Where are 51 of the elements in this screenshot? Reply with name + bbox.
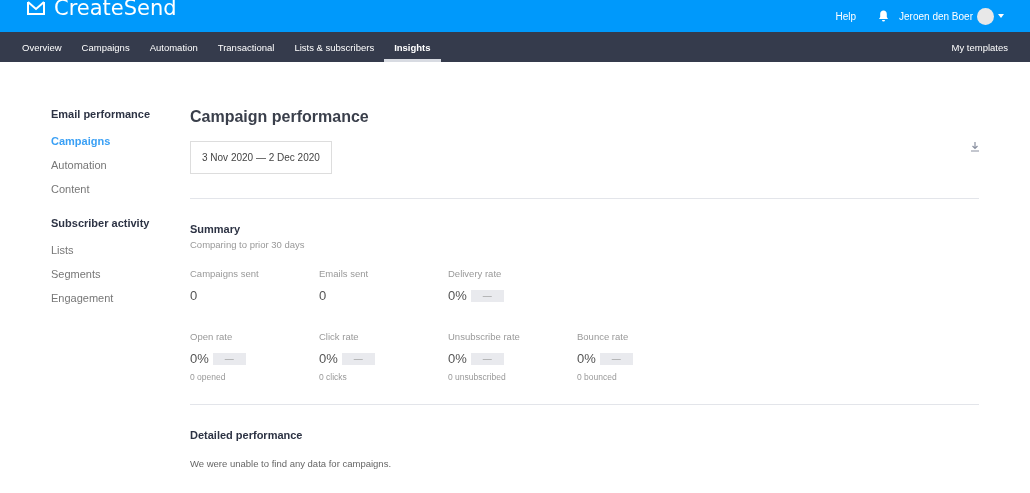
nav-tab[interactable]: Campaigns <box>71 32 140 62</box>
metric-value: 0% <box>448 288 467 303</box>
nav-link[interactable]: My templates <box>941 32 1018 62</box>
sidebar-heading: Subscriber activity <box>51 217 151 229</box>
envelope-icon <box>26 0 46 16</box>
metric-note: 0 opened <box>190 372 227 382</box>
change-badge: — <box>470 289 504 302</box>
metric-label: Emails sent <box>319 268 370 279</box>
empty-message: We were unable to find any data for campaigns. <box>190 458 393 469</box>
metric-value: 0% <box>190 351 209 366</box>
section-subheading: Comparing to prior 30 days <box>190 239 306 250</box>
metric-value: 0 <box>190 288 198 303</box>
metric-label: Bounce rate <box>577 331 630 342</box>
user-menu[interactable]: Jeroen den Boer <box>899 7 1004 25</box>
metric-label: Click rate <box>319 331 360 342</box>
help-link[interactable]: Help <box>835 10 857 22</box>
download-icon[interactable] <box>971 142 979 152</box>
nav-tab[interactable]: Automation <box>139 32 208 62</box>
metric-value: 0% <box>319 351 338 366</box>
nav-tab[interactable]: Overview <box>12 32 72 62</box>
metric-value: 0% <box>577 351 596 366</box>
nav-tab[interactable]: Transactional <box>207 32 285 62</box>
page-title: Campaign performance <box>190 108 369 126</box>
change-badge: — <box>212 352 246 365</box>
change-badge: — <box>599 352 633 365</box>
metric-label: Delivery rate <box>448 268 503 279</box>
nav-tab[interactable]: Insights <box>384 32 441 62</box>
sidebar-item[interactable]: Lists <box>51 244 190 256</box>
metric-note: 0 clicks <box>319 372 348 382</box>
sidebar-item[interactable]: Engagement <box>51 292 190 304</box>
change-badge: — <box>341 352 375 365</box>
section-heading: Detailed performance <box>190 429 304 441</box>
metric-label: Unsubscribe rate <box>448 331 521 342</box>
sidebar-item[interactable]: Segments <box>51 268 190 280</box>
metric-label: Open rate <box>190 331 234 342</box>
date-range-button[interactable]: 3 Nov 2020 — 2 Dec 2020 <box>190 141 332 174</box>
bell-icon[interactable] <box>878 10 890 22</box>
sidebar-heading: Email performance <box>51 108 152 120</box>
metric-note: 0 bounced <box>577 372 618 382</box>
nav-tab[interactable]: Lists & subscribers <box>284 32 385 62</box>
change-badge: — <box>470 352 504 365</box>
metric-value: 0% <box>448 351 467 366</box>
section-heading: Summary <box>190 223 242 235</box>
caret-icon <box>998 14 1004 18</box>
sidebar-item[interactable]: Content <box>51 183 190 195</box>
sidebar-item[interactable]: Campaigns <box>51 135 190 147</box>
sidebar-item[interactable]: Automation <box>51 159 190 171</box>
avatar <box>977 7 994 25</box>
metric-note: 0 unsubscribed <box>448 372 507 382</box>
metric-value: 0 <box>319 288 327 303</box>
metric-label: Campaigns sent <box>190 268 260 279</box>
